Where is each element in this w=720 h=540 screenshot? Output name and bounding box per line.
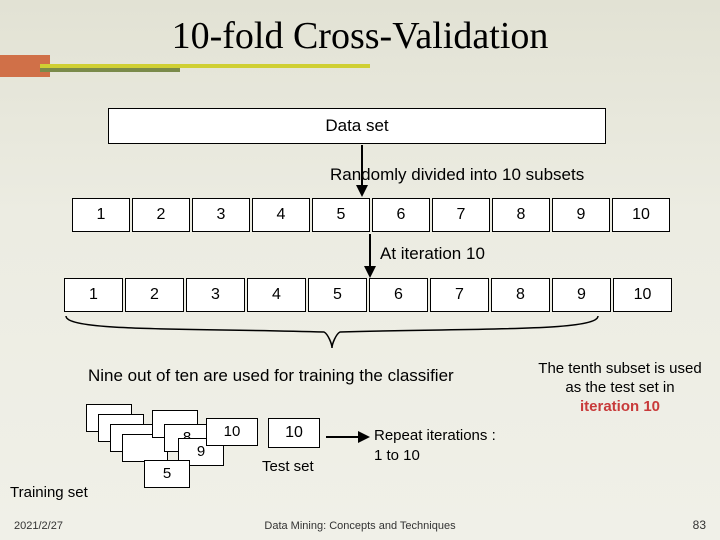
fold-cell: 6 <box>372 198 430 232</box>
title-underline-2 <box>40 68 180 72</box>
fold-cell: 10 <box>612 198 670 232</box>
tenth-subset-note: The tenth subset is used as the test set… <box>534 360 706 416</box>
arrow-right-icon <box>326 428 370 446</box>
repeat-l1: Repeat iterations : <box>374 427 496 444</box>
fold-cell: 1 <box>72 198 130 232</box>
iteration-label: At iteration 10 <box>380 244 485 264</box>
arrow-down-icon <box>360 234 380 278</box>
footer-page-number: 83 <box>693 518 706 532</box>
fold-cell: 8 <box>492 198 550 232</box>
fold-cell: 2 <box>125 278 184 312</box>
page-title: 10-fold Cross-Validation <box>0 14 720 58</box>
repeat-l2: 1 to 10 <box>374 447 420 464</box>
subset-row-2: 1 2 3 4 5 6 7 8 9 10 <box>64 278 674 312</box>
stack-box: 5 <box>144 460 190 488</box>
fold-cell: 1 <box>64 278 123 312</box>
stack-box: 10 <box>206 418 258 446</box>
fold-cell: 3 <box>192 198 250 232</box>
brace-icon <box>64 314 600 350</box>
fold-cell: 7 <box>430 278 489 312</box>
tenth-note-highlight: iteration 10 <box>580 398 660 415</box>
fold-cell: 10 <box>613 278 672 312</box>
training-set-label: Training set <box>10 484 88 501</box>
fold-cell: 2 <box>132 198 190 232</box>
test-fold-box: 10 <box>268 418 320 448</box>
repeat-iterations-label: Repeat iterations : 1 to 10 <box>374 426 496 465</box>
fold-cell: 7 <box>432 198 490 232</box>
fold-cell: 6 <box>369 278 428 312</box>
fold-cell: 9 <box>552 278 611 312</box>
test-set-label: Test set <box>262 458 314 475</box>
random-divide-label: Randomly divided into 10 subsets <box>330 165 584 185</box>
fold-cell: 8 <box>491 278 550 312</box>
footer-source: Data Mining: Concepts and Techniques <box>0 520 720 532</box>
fold-cell: 4 <box>252 198 310 232</box>
tenth-note-text: The tenth subset is used as the test set… <box>538 360 701 396</box>
fold-cell: 3 <box>186 278 245 312</box>
dataset-box: Data set <box>108 108 606 144</box>
stack-box <box>122 434 168 462</box>
nine-of-ten-label: Nine out of ten are used for training th… <box>88 366 454 386</box>
fold-cell: 5 <box>308 278 367 312</box>
subset-row-1: 1 2 3 4 5 6 7 8 9 10 <box>72 198 672 232</box>
fold-cell: 5 <box>312 198 370 232</box>
fold-cell: 4 <box>247 278 306 312</box>
fold-cell: 9 <box>552 198 610 232</box>
